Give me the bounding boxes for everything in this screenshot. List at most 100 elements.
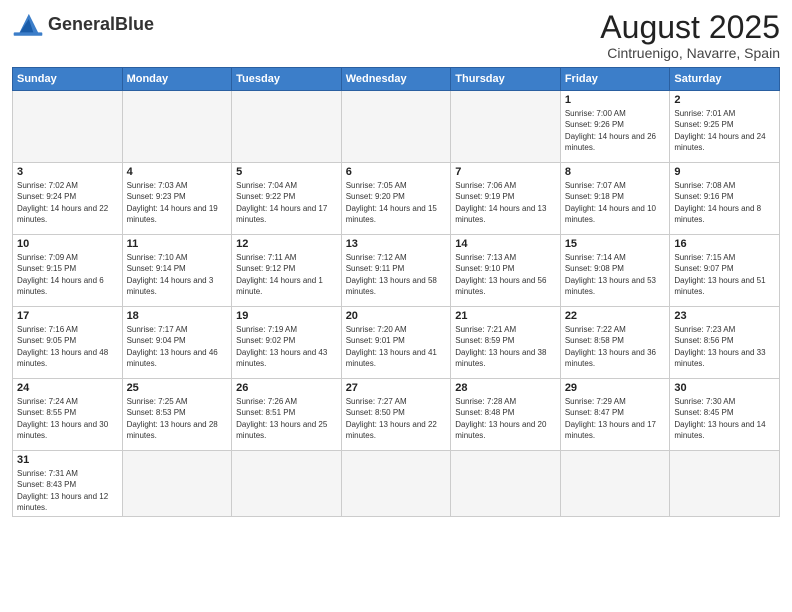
day-cell: 30Sunrise: 7:30 AM Sunset: 8:45 PM Dayli… xyxy=(670,379,780,451)
day-info: Sunrise: 7:07 AM Sunset: 9:18 PM Dayligh… xyxy=(565,180,666,225)
day-info: Sunrise: 7:26 AM Sunset: 8:51 PM Dayligh… xyxy=(236,396,337,441)
col-header-thursday: Thursday xyxy=(451,68,561,91)
day-info: Sunrise: 7:28 AM Sunset: 8:48 PM Dayligh… xyxy=(455,396,556,441)
day-number: 20 xyxy=(346,310,447,322)
day-cell: 13Sunrise: 7:12 AM Sunset: 9:11 PM Dayli… xyxy=(341,235,451,307)
header-row: SundayMondayTuesdayWednesdayThursdayFrid… xyxy=(13,68,780,91)
day-info: Sunrise: 7:17 AM Sunset: 9:04 PM Dayligh… xyxy=(127,324,228,369)
day-info: Sunrise: 7:27 AM Sunset: 8:50 PM Dayligh… xyxy=(346,396,447,441)
day-info: Sunrise: 7:14 AM Sunset: 9:08 PM Dayligh… xyxy=(565,252,666,297)
col-header-friday: Friday xyxy=(560,68,670,91)
day-number: 18 xyxy=(127,310,228,322)
day-cell: 27Sunrise: 7:27 AM Sunset: 8:50 PM Dayli… xyxy=(341,379,451,451)
day-number: 6 xyxy=(346,166,447,178)
day-cell xyxy=(122,91,232,163)
day-info: Sunrise: 7:10 AM Sunset: 9:14 PM Dayligh… xyxy=(127,252,228,297)
day-cell: 5Sunrise: 7:04 AM Sunset: 9:22 PM Daylig… xyxy=(232,163,342,235)
day-info: Sunrise: 7:01 AM Sunset: 9:25 PM Dayligh… xyxy=(674,108,775,153)
day-cell: 31Sunrise: 7:31 AM Sunset: 8:43 PM Dayli… xyxy=(13,451,123,517)
day-info: Sunrise: 7:08 AM Sunset: 9:16 PM Dayligh… xyxy=(674,180,775,225)
day-cell: 7 Sunrise: 7:06 AM Sunset: 9:19 PM Daylig… xyxy=(451,163,561,235)
day-number: 12 xyxy=(236,238,337,250)
day-cell: 21 Sunrise: 7:21 AM Sunset: 8:59 PM Dayli… xyxy=(451,307,561,379)
day-info: Sunrise: 7:00 AM Sunset: 9:26 PM Dayligh… xyxy=(565,108,666,153)
day-number: 1 xyxy=(565,94,666,106)
day-cell xyxy=(451,91,561,163)
col-header-tuesday: Tuesday xyxy=(232,68,342,91)
calendar-table: SundayMondayTuesdayWednesdayThursdayFrid… xyxy=(12,67,780,517)
day-number: 25 xyxy=(127,382,228,394)
day-number: 30 xyxy=(674,382,775,394)
logo-icon xyxy=(12,10,44,38)
day-number: 3 xyxy=(17,166,118,178)
day-info: Sunrise: 7:16 AM Sunset: 9:05 PM Dayligh… xyxy=(17,324,118,369)
title-block: August 2025 Cintruenigo, Navarre, Spain xyxy=(600,10,780,61)
day-cell: 16 Sunrise: 7:15 AM Sunset: 9:07 PM Dayli… xyxy=(670,235,780,307)
day-number: 13 xyxy=(346,238,447,250)
day-info: Sunrise: 7:25 AM Sunset: 8:53 PM Dayligh… xyxy=(127,396,228,441)
day-cell: 6 Sunrise: 7:05 AM Sunset: 9:20 PM Daylig… xyxy=(341,163,451,235)
day-number: 11 xyxy=(127,238,228,250)
day-number: 28 xyxy=(455,382,556,394)
day-cell: 20Sunrise: 7:20 AM Sunset: 9:01 PM Dayli… xyxy=(341,307,451,379)
day-number: 21 xyxy=(455,310,556,322)
day-cell: 4 Sunrise: 7:03 AM Sunset: 9:23 PM Daylig… xyxy=(122,163,232,235)
day-number: 24 xyxy=(17,382,118,394)
day-info: Sunrise: 7:13 AM Sunset: 9:10 PM Dayligh… xyxy=(455,252,556,297)
week-row-0: 1 Sunrise: 7:00 AM Sunset: 9:26 PM Daylig… xyxy=(13,91,780,163)
day-cell: 28 Sunrise: 7:28 AM Sunset: 8:48 PM Dayli… xyxy=(451,379,561,451)
day-cell xyxy=(670,451,780,517)
week-row-2: 10 Sunrise: 7:09 AM Sunset: 9:15 PM Dayli… xyxy=(13,235,780,307)
day-info: Sunrise: 7:05 AM Sunset: 9:20 PM Dayligh… xyxy=(346,180,447,225)
header: GeneralBlue August 2025 Cintruenigo, Nav… xyxy=(12,10,780,61)
day-cell: 25 Sunrise: 7:25 AM Sunset: 8:53 PM Dayli… xyxy=(122,379,232,451)
day-number: 14 xyxy=(455,238,556,250)
week-row-3: 17Sunrise: 7:16 AM Sunset: 9:05 PM Dayli… xyxy=(13,307,780,379)
day-cell: 23 Sunrise: 7:23 AM Sunset: 8:56 PM Dayli… xyxy=(670,307,780,379)
day-number: 29 xyxy=(565,382,666,394)
day-cell xyxy=(341,451,451,517)
week-row-4: 24Sunrise: 7:24 AM Sunset: 8:55 PM Dayli… xyxy=(13,379,780,451)
calendar-subtitle: Cintruenigo, Navarre, Spain xyxy=(600,45,780,61)
day-number: 19 xyxy=(236,310,337,322)
day-cell: 2Sunrise: 7:01 AM Sunset: 9:25 PM Daylig… xyxy=(670,91,780,163)
day-number: 23 xyxy=(674,310,775,322)
col-header-monday: Monday xyxy=(122,68,232,91)
day-cell xyxy=(232,451,342,517)
day-cell: 24Sunrise: 7:24 AM Sunset: 8:55 PM Dayli… xyxy=(13,379,123,451)
day-cell xyxy=(122,451,232,517)
day-cell: 19Sunrise: 7:19 AM Sunset: 9:02 PM Dayli… xyxy=(232,307,342,379)
day-info: Sunrise: 7:15 AM Sunset: 9:07 PM Dayligh… xyxy=(674,252,775,297)
day-number: 10 xyxy=(17,238,118,250)
day-number: 9 xyxy=(674,166,775,178)
day-cell xyxy=(560,451,670,517)
day-cell: 8 Sunrise: 7:07 AM Sunset: 9:18 PM Daylig… xyxy=(560,163,670,235)
day-info: Sunrise: 7:09 AM Sunset: 9:15 PM Dayligh… xyxy=(17,252,118,297)
day-info: Sunrise: 7:23 AM Sunset: 8:56 PM Dayligh… xyxy=(674,324,775,369)
day-number: 8 xyxy=(565,166,666,178)
col-header-wednesday: Wednesday xyxy=(341,68,451,91)
day-info: Sunrise: 7:31 AM Sunset: 8:43 PM Dayligh… xyxy=(17,468,118,513)
day-number: 22 xyxy=(565,310,666,322)
day-info: Sunrise: 7:03 AM Sunset: 9:23 PM Dayligh… xyxy=(127,180,228,225)
day-cell: 1 Sunrise: 7:00 AM Sunset: 9:26 PM Daylig… xyxy=(560,91,670,163)
day-cell: 14 Sunrise: 7:13 AM Sunset: 9:10 PM Dayli… xyxy=(451,235,561,307)
day-info: Sunrise: 7:04 AM Sunset: 9:22 PM Dayligh… xyxy=(236,180,337,225)
day-number: 4 xyxy=(127,166,228,178)
day-number: 16 xyxy=(674,238,775,250)
day-cell: 12Sunrise: 7:11 AM Sunset: 9:12 PM Dayli… xyxy=(232,235,342,307)
day-number: 7 xyxy=(455,166,556,178)
day-cell: 3 Sunrise: 7:02 AM Sunset: 9:24 PM Daylig… xyxy=(13,163,123,235)
week-row-1: 3 Sunrise: 7:02 AM Sunset: 9:24 PM Daylig… xyxy=(13,163,780,235)
day-number: 26 xyxy=(236,382,337,394)
col-header-saturday: Saturday xyxy=(670,68,780,91)
day-cell: 10 Sunrise: 7:09 AM Sunset: 9:15 PM Dayli… xyxy=(13,235,123,307)
logo: GeneralBlue xyxy=(12,10,154,38)
day-cell: 11 Sunrise: 7:10 AM Sunset: 9:14 PM Dayli… xyxy=(122,235,232,307)
day-info: Sunrise: 7:29 AM Sunset: 8:47 PM Dayligh… xyxy=(565,396,666,441)
day-info: Sunrise: 7:02 AM Sunset: 9:24 PM Dayligh… xyxy=(17,180,118,225)
day-info: Sunrise: 7:21 AM Sunset: 8:59 PM Dayligh… xyxy=(455,324,556,369)
day-cell: 9 Sunrise: 7:08 AM Sunset: 9:16 PM Daylig… xyxy=(670,163,780,235)
day-info: Sunrise: 7:06 AM Sunset: 9:19 PM Dayligh… xyxy=(455,180,556,225)
calendar-title: August 2025 xyxy=(600,10,780,45)
